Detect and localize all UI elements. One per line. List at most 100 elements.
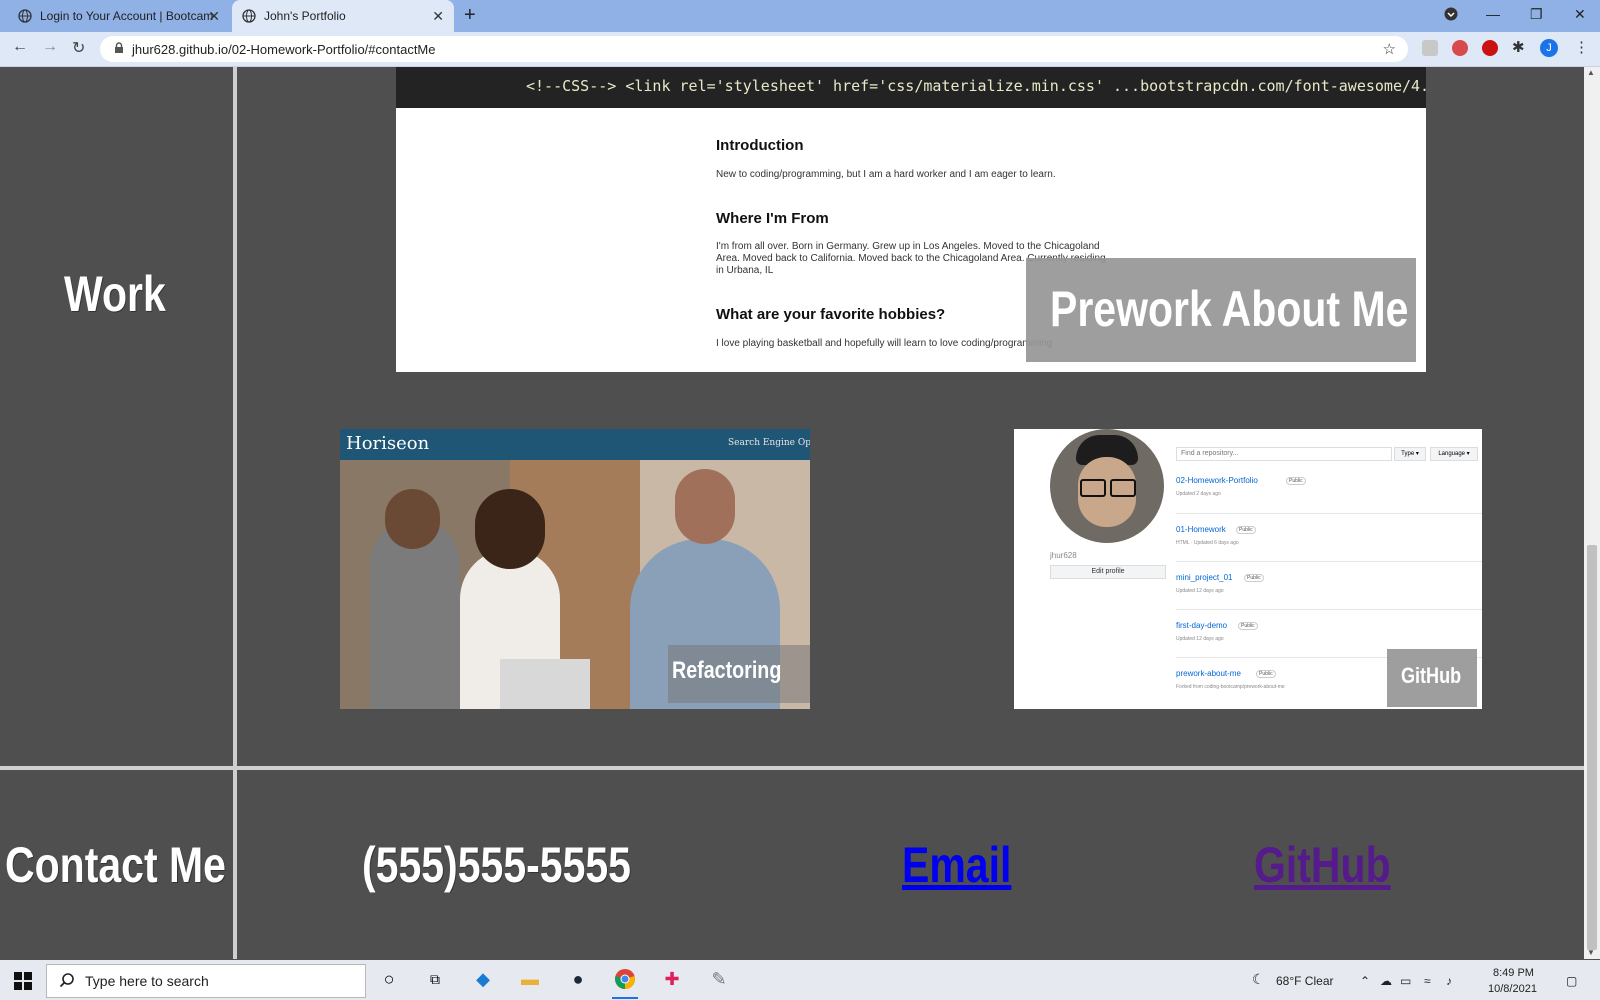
tab-bootcamp-login[interactable]: Login to Your Account | Bootcam ✕ [8, 0, 230, 32]
section-divider [0, 766, 1584, 770]
clock-time[interactable]: 8:49 PM [1493, 967, 1534, 979]
edit-profile-button[interactable]: Edit profile [1050, 565, 1166, 579]
repo-meta: Updated 12 days ago [1176, 636, 1224, 642]
github-overlay-label: GitHub [1401, 663, 1462, 688]
repo-meta: Updated 12 days ago [1176, 588, 1224, 594]
extensions-puzzle-icon[interactable]: ✱ [1512, 38, 1525, 56]
repo-link[interactable]: prework-about-me [1176, 669, 1241, 678]
weather-text[interactable]: 68°F Clear [1276, 974, 1334, 988]
repo-link[interactable]: mini_project_01 [1176, 573, 1232, 582]
scroll-up-arrow-icon[interactable]: ▲ [1587, 68, 1595, 77]
code-snippet-text: <!--CSS--> <link rel='stylesheet' href='… [526, 77, 1426, 95]
refactoring-label: Refactoring [672, 657, 782, 684]
laptop [500, 659, 590, 709]
repo-badge: Public [1236, 526, 1256, 534]
profile-avatar-icon[interactable]: J [1540, 39, 1558, 57]
repo-badge: Public [1238, 622, 1258, 630]
repo-divider [1176, 561, 1482, 562]
person-head [675, 469, 735, 544]
github-overlay[interactable]: GitHub [1387, 649, 1477, 707]
globe-icon [242, 9, 256, 23]
network-icon[interactable]: ☁ [1380, 974, 1392, 988]
language-dropdown[interactable]: Language ▾ [1430, 447, 1478, 461]
intro-text: New to coding/programming, but I am a ha… [716, 169, 1056, 180]
tab-title: Login to Your Account | Bootcam [40, 9, 214, 23]
tab-title: John's Portfolio [264, 9, 346, 23]
tab-search-icon[interactable] [1444, 7, 1458, 24]
scrollbar-thumb[interactable] [1587, 545, 1597, 950]
notifications-icon[interactable]: ▢ [1566, 974, 1577, 988]
scroll-down-arrow-icon[interactable]: ▼ [1587, 948, 1595, 957]
vscode-icon[interactable]: ◆ [470, 966, 496, 992]
github-link[interactable]: GitHub [1254, 836, 1391, 894]
lock-icon [114, 41, 124, 57]
back-icon[interactable]: ← [12, 38, 28, 56]
steam-icon[interactable]: ● [565, 966, 591, 992]
person-head [385, 489, 440, 549]
tray-chevron-icon[interactable]: ⌃ [1360, 974, 1370, 988]
bookmark-star-icon[interactable]: ☆ [1383, 40, 1396, 58]
weather-moon-icon: ☾ [1252, 971, 1265, 987]
taskbar-search[interactable]: Type here to search [46, 964, 366, 998]
globe-icon [18, 9, 32, 23]
cortana-icon[interactable]: ○ [376, 966, 402, 992]
repo-meta: HTML · Updated 6 days ago [1176, 540, 1239, 546]
close-tab-icon[interactable]: ✕ [432, 8, 444, 25]
refactoring-card[interactable]: Horiseon Search Engine Optimiza Refactor… [340, 429, 810, 709]
task-view-icon[interactable]: ⧉ [422, 966, 448, 992]
intro-heading: Introduction [716, 137, 804, 154]
repo-divider [1176, 609, 1482, 610]
restore-icon[interactable]: ❐ [1530, 6, 1543, 23]
extension-badge-icon[interactable] [1452, 40, 1468, 56]
column-divider [233, 770, 237, 959]
minimize-icon[interactable]: — [1486, 6, 1500, 22]
battery-icon[interactable]: ▭ [1400, 974, 1411, 988]
person-hair [475, 489, 545, 569]
refactoring-overlay[interactable]: Refactoring [668, 645, 810, 703]
file-explorer-icon[interactable]: ▬ [517, 966, 543, 992]
repo-link[interactable]: 01-Homework [1176, 525, 1226, 534]
close-window-icon[interactable]: ✕ [1574, 6, 1586, 23]
search-icon [59, 972, 75, 991]
gh-username: jhur628 [1050, 551, 1077, 560]
adblock-icon[interactable] [1482, 40, 1498, 56]
hobbies-heading: What are your favorite hobbies? [716, 306, 946, 323]
type-dropdown[interactable]: Type ▾ [1394, 447, 1426, 461]
repo-link[interactable]: 02-Homework-Portfolio [1176, 476, 1258, 485]
search-placeholder: Type here to search [85, 973, 209, 989]
contact-phone: (555)555-5555 [362, 837, 631, 893]
paint-icon[interactable]: ✎ [706, 966, 732, 992]
new-tab-icon[interactable]: + [464, 4, 476, 27]
repo-badge: Public [1256, 670, 1276, 678]
prework-overlay[interactable]: Prework About Me [1026, 258, 1416, 362]
horiseon-logo: Horiseon [346, 433, 430, 454]
clock-date[interactable]: 10/8/2021 [1488, 983, 1537, 995]
avatar [1050, 429, 1164, 543]
forward-icon[interactable]: → [42, 38, 58, 56]
volume-icon[interactable]: ♪ [1446, 974, 1452, 988]
close-tab-icon[interactable]: ✕ [208, 8, 220, 25]
repo-meta: Updated 2 days ago [1176, 491, 1221, 497]
menu-kebab-icon[interactable]: ⋮ [1574, 38, 1589, 56]
repo-badge: Public [1244, 574, 1264, 582]
tab-johns-portfolio[interactable]: John's Portfolio ✕ [232, 0, 454, 32]
find-repo-input[interactable]: Find a repository... [1176, 447, 1392, 461]
extension-icon[interactable] [1422, 40, 1438, 56]
reload-icon[interactable]: ↻ [72, 38, 85, 58]
glasses-icon [1080, 479, 1106, 497]
code-screenshot-band: <!--CSS--> <link rel='stylesheet' href='… [396, 67, 1426, 108]
repo-link[interactable]: first-day-demo [1176, 621, 1227, 630]
email-link[interactable]: Email [902, 836, 1011, 894]
prework-label: Prework About Me [1050, 281, 1409, 337]
windows-start-icon[interactable] [14, 972, 32, 995]
slack-icon[interactable]: ✚ [659, 966, 685, 992]
chrome-icon[interactable] [612, 966, 638, 992]
from-heading: Where I'm From [716, 210, 829, 227]
repo-divider [1176, 513, 1482, 514]
url-text: jhur628.github.io/02-Homework-Portfolio/… [132, 41, 436, 57]
address-bar[interactable]: jhur628.github.io/02-Homework-Portfolio/… [100, 36, 1408, 62]
horiseon-header: Horiseon Search Engine Optimiza [340, 429, 810, 460]
column-divider [233, 67, 237, 767]
wifi-icon[interactable]: ≈ [1424, 974, 1431, 988]
repo-meta: Forked from coding-bootcamp/prework-abou… [1176, 684, 1285, 690]
